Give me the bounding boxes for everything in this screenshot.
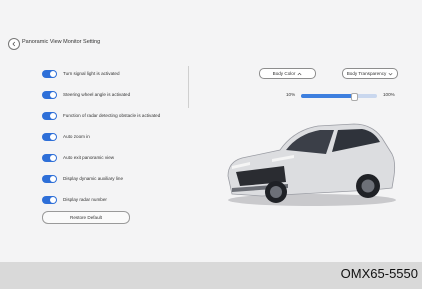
image-caption: OMX65-5550 [340, 266, 418, 281]
slider-thumb[interactable] [351, 93, 359, 101]
chevron-left-icon [12, 41, 16, 47]
body-color-dropdown[interactable]: Body Color [259, 68, 316, 79]
toggle-row-aux-line: Display dynamic auxiliary line [42, 172, 160, 185]
toggle-label: Display dynamic auxiliary line [63, 176, 123, 181]
steering-angle-toggle[interactable] [42, 90, 57, 99]
radar-number-toggle[interactable] [42, 195, 57, 204]
toggle-knob [50, 154, 56, 161]
toggle-row-auto-exit: Auto exit panoramic view [42, 151, 160, 164]
toggle-knob [50, 133, 56, 140]
slider-max-label: 100% [383, 92, 395, 97]
restore-default-button[interactable]: Restore Default [42, 211, 130, 224]
toggle-list: Turn signal light is activated Steering … [42, 67, 160, 214]
page-title: Panoramic View Monitor Setting [22, 39, 101, 45]
toggle-row-turn-signal: Turn signal light is activated [42, 67, 160, 80]
toggle-label: Display radar number [63, 197, 107, 202]
toggle-knob [50, 112, 56, 119]
toggle-row-auto-zoom: Auto zoom in [42, 130, 160, 143]
chevron-up-icon [297, 72, 302, 75]
toggle-row-radar-number: Display radar number [42, 193, 160, 206]
slider-fill [301, 94, 355, 98]
body-color-label: Body Color [272, 71, 296, 76]
toggle-label: Auto exit panoramic view [63, 155, 115, 160]
chevron-down-icon [388, 72, 393, 75]
auto-exit-toggle[interactable] [42, 153, 57, 162]
toggle-label: Steering wheel angle is activated [63, 92, 131, 97]
car-rim-front [270, 186, 282, 198]
toggle-label: Turn signal light is activated [63, 71, 120, 76]
car-image [227, 123, 396, 206]
toggle-row-radar-obstacle: Function of radar detecting obstacle is … [42, 109, 160, 122]
auto-zoom-toggle[interactable] [42, 132, 57, 141]
car-rim-rear [361, 179, 375, 193]
divider [188, 66, 189, 108]
back-button[interactable] [8, 38, 20, 50]
toggle-label: Auto zoom in [63, 134, 90, 139]
toggle-knob [50, 196, 56, 203]
toggle-knob [50, 175, 56, 182]
toggle-label: Function of radar detecting obstacle is … [63, 113, 161, 118]
body-transparency-label: Body Transparency [346, 71, 387, 76]
transparency-slider[interactable] [301, 93, 377, 101]
slider-min-label: 10% [286, 92, 296, 97]
toggle-knob [50, 91, 56, 98]
body-transparency-dropdown[interactable]: Body Transparency [342, 68, 398, 79]
toggle-knob [50, 70, 56, 77]
aux-line-toggle[interactable] [42, 174, 57, 183]
toggle-row-steering-angle: Steering wheel angle is activated [42, 88, 160, 101]
turn-signal-toggle[interactable] [42, 69, 57, 78]
settings-screen: Panoramic View Monitor Setting Turn sign… [0, 0, 422, 262]
radar-obstacle-toggle[interactable] [42, 111, 57, 120]
